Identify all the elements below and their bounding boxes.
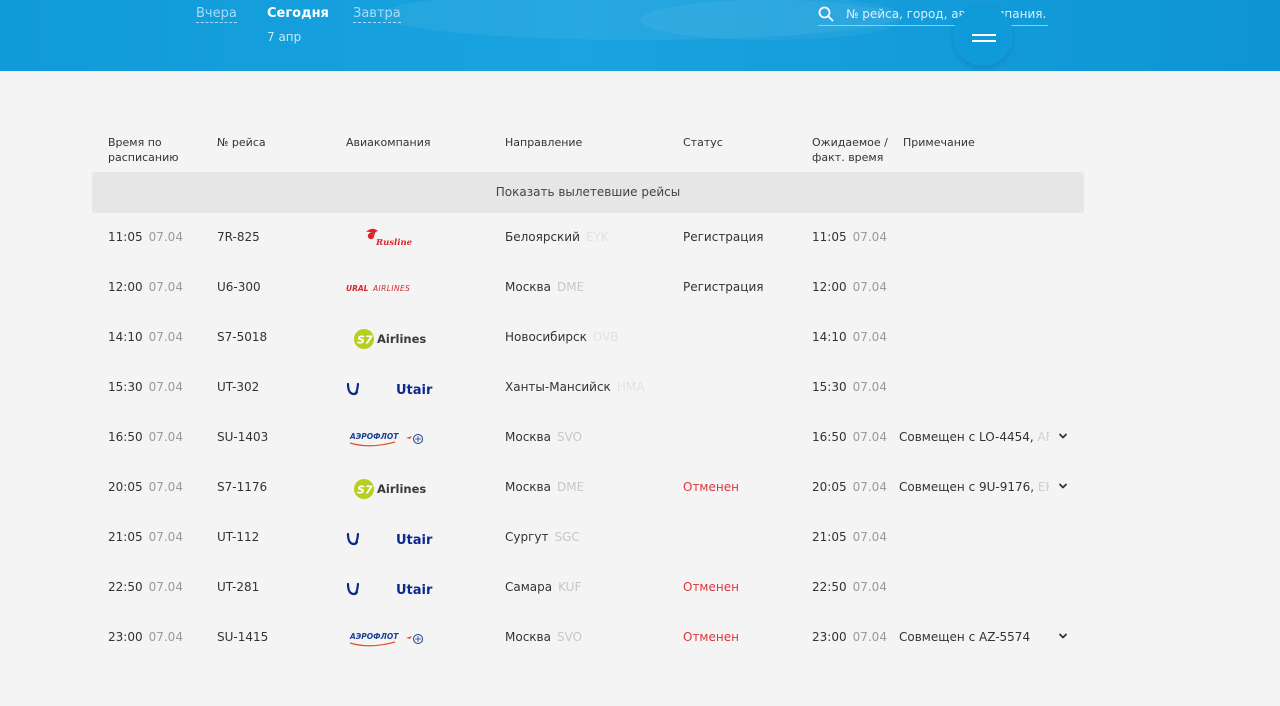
direction: Белоярский EYK — [505, 230, 609, 244]
expected-time: 23:00 07.04 — [812, 630, 887, 644]
airline-logo-utair: Utair — [346, 573, 446, 603]
direction: Сургут SGC — [505, 530, 580, 544]
scheduled-time: 12:00 07.04 — [108, 280, 183, 294]
scheduled-time: 20:05 07.04 — [108, 480, 183, 494]
status: Отменен — [683, 630, 739, 644]
flight-number: UT-281 — [217, 580, 260, 594]
airline-logo-aeroflot: АЭРОФЛОТ — [346, 623, 446, 653]
note: Совмещен с 9U-9176, EK — [899, 480, 1049, 494]
svg-text:Rusline: Rusline — [375, 238, 413, 248]
direction: Москва DME — [505, 480, 585, 494]
svg-text:Utair: Utair — [396, 383, 433, 398]
flight-search — [818, 4, 1048, 26]
note: Совмещен с AZ-5574 — [899, 630, 1031, 644]
direction: Самара KUF — [505, 580, 582, 594]
expected-time: 22:50 07.04 — [812, 580, 887, 594]
search-icon[interactable] — [818, 6, 834, 22]
svg-text:Utair: Utair — [396, 583, 433, 598]
col-header-expected: Ожидаемое / факт. время — [812, 136, 888, 164]
scheduled-time: 23:00 07.04 — [108, 630, 183, 644]
chevron-down-icon[interactable] — [1057, 480, 1069, 492]
table-row[interactable]: 20:05 07.04 S7-1176 S7 Airlines Москва DME О… — [0, 463, 1280, 513]
col-header-flight: № рейса — [217, 136, 266, 149]
tab-tomorrow[interactable]: Завтра — [353, 6, 401, 23]
col-header-scheduled: Время по расписанию — [108, 136, 179, 164]
col-header-status: Статус — [683, 136, 723, 149]
scheduled-time: 21:05 07.04 — [108, 530, 183, 544]
status: Регистрация — [683, 230, 764, 244]
airline-logo-rusline: Rusline — [346, 223, 446, 253]
svg-text:AIRLINES: AIRLINES — [372, 284, 410, 293]
hamburger-icon — [972, 34, 996, 36]
flight-number: S7-1176 — [217, 480, 268, 494]
hamburger-icon — [972, 40, 996, 42]
airline-logo-s7: S7 Airlines — [346, 473, 446, 503]
svg-text:АЭРОФЛОТ: АЭРОФЛОТ — [349, 632, 399, 641]
table-row[interactable]: 21:05 07.04 UT-112 Utair Сургут SGC 21:05 07… — [0, 513, 1280, 563]
scheduled-time: 22:50 07.04 — [108, 580, 183, 594]
table-row[interactable]: 14:10 07.04 S7-5018 S7 Airlines Новосибирс… — [0, 313, 1280, 363]
svg-text:S7: S7 — [357, 334, 373, 347]
flight-number: 7R-825 — [217, 230, 260, 244]
status: Регистрация — [683, 280, 764, 294]
scheduled-time: 16:50 07.04 — [108, 430, 183, 444]
expected-time: 20:05 07.04 — [812, 480, 887, 494]
note: Совмещен с LO-4454, AF — [899, 430, 1049, 444]
expected-time: 15:30 07.04 — [812, 380, 887, 394]
svg-text:Utair: Utair — [396, 533, 433, 548]
tab-yesterday[interactable]: Вчера — [196, 6, 237, 23]
status: Отменен — [683, 480, 739, 494]
flight-number: UT-302 — [217, 380, 260, 394]
airline-logo-utair: Utair — [346, 373, 446, 403]
direction: Москва SVO — [505, 430, 583, 444]
svg-text:АЭРОФЛОТ: АЭРОФЛОТ — [349, 432, 399, 441]
scheduled-time: 14:10 07.04 — [108, 330, 183, 344]
menu-button[interactable] — [953, 6, 1013, 66]
flight-number: UT-112 — [217, 530, 260, 544]
airline-logo-aeroflot: АЭРОФЛОТ — [346, 423, 446, 453]
svg-text:URAL: URAL — [346, 284, 369, 293]
airline-logo-utair: Utair — [346, 523, 446, 553]
expected-time: 14:10 07.04 — [812, 330, 887, 344]
tab-today[interactable]: Сегодня — [267, 6, 329, 21]
table-row[interactable]: 15:30 07.04 UT-302 Utair Ханты-Мансийск HMA… — [0, 363, 1280, 413]
table-row[interactable]: 16:50 07.04 SU-1403 АЭРОФЛОТ Москва SVO 16:… — [0, 413, 1280, 463]
current-date: 7 апр — [267, 30, 302, 44]
direction: Новосибирск OVB — [505, 330, 619, 344]
flight-number: U6-300 — [217, 280, 261, 294]
direction: Москва SVO — [505, 630, 583, 644]
expected-time: 16:50 07.04 — [812, 430, 887, 444]
flight-number: SU-1415 — [217, 630, 269, 644]
direction: Ханты-Мансийск HMA — [505, 380, 645, 394]
flight-number: S7-5018 — [217, 330, 268, 344]
status: Отменен — [683, 580, 739, 594]
table-row[interactable]: 22:50 07.04 UT-281 Utair Самара KUF Отменен … — [0, 563, 1280, 613]
table-row[interactable]: 23:00 07.04 SU-1415 АЭРОФЛОТ Москва SVO Отме… — [0, 613, 1280, 663]
expected-time: 11:05 07.04 — [812, 230, 887, 244]
show-departed-button[interactable]: Показать вылетевшие рейсы — [92, 172, 1084, 213]
svg-text:Airlines: Airlines — [377, 332, 426, 346]
col-header-direction: Направление — [505, 136, 583, 149]
airline-logo-ural: URAL AIRLINES — [346, 273, 446, 303]
flight-number: SU-1403 — [217, 430, 269, 444]
expected-time: 12:00 07.04 — [812, 280, 887, 294]
svg-text:Airlines: Airlines — [377, 482, 426, 496]
scheduled-time: 11:05 07.04 — [108, 230, 183, 244]
col-header-airline: Авиакомпания — [346, 136, 431, 149]
scheduled-time: 15:30 07.04 — [108, 380, 183, 394]
expected-time: 21:05 07.04 — [812, 530, 887, 544]
chevron-down-icon[interactable] — [1057, 430, 1069, 442]
table-row[interactable]: 11:05 07.04 7R-825 Rusline Белоярский EYK Ре… — [0, 213, 1280, 263]
col-header-note: Примечание — [903, 136, 975, 149]
table-row[interactable]: 12:00 07.04 U6-300 URAL AIRLINES Москва DME… — [0, 263, 1280, 313]
chevron-down-icon[interactable] — [1057, 630, 1069, 642]
search-input[interactable] — [846, 4, 1046, 24]
airline-logo-s7: S7 Airlines — [346, 323, 446, 353]
svg-text:S7: S7 — [357, 484, 373, 497]
top-navigation-bar: Вчера Сегодня Завтра 7 апр — [0, 0, 1280, 71]
direction: Москва DME — [505, 280, 585, 294]
